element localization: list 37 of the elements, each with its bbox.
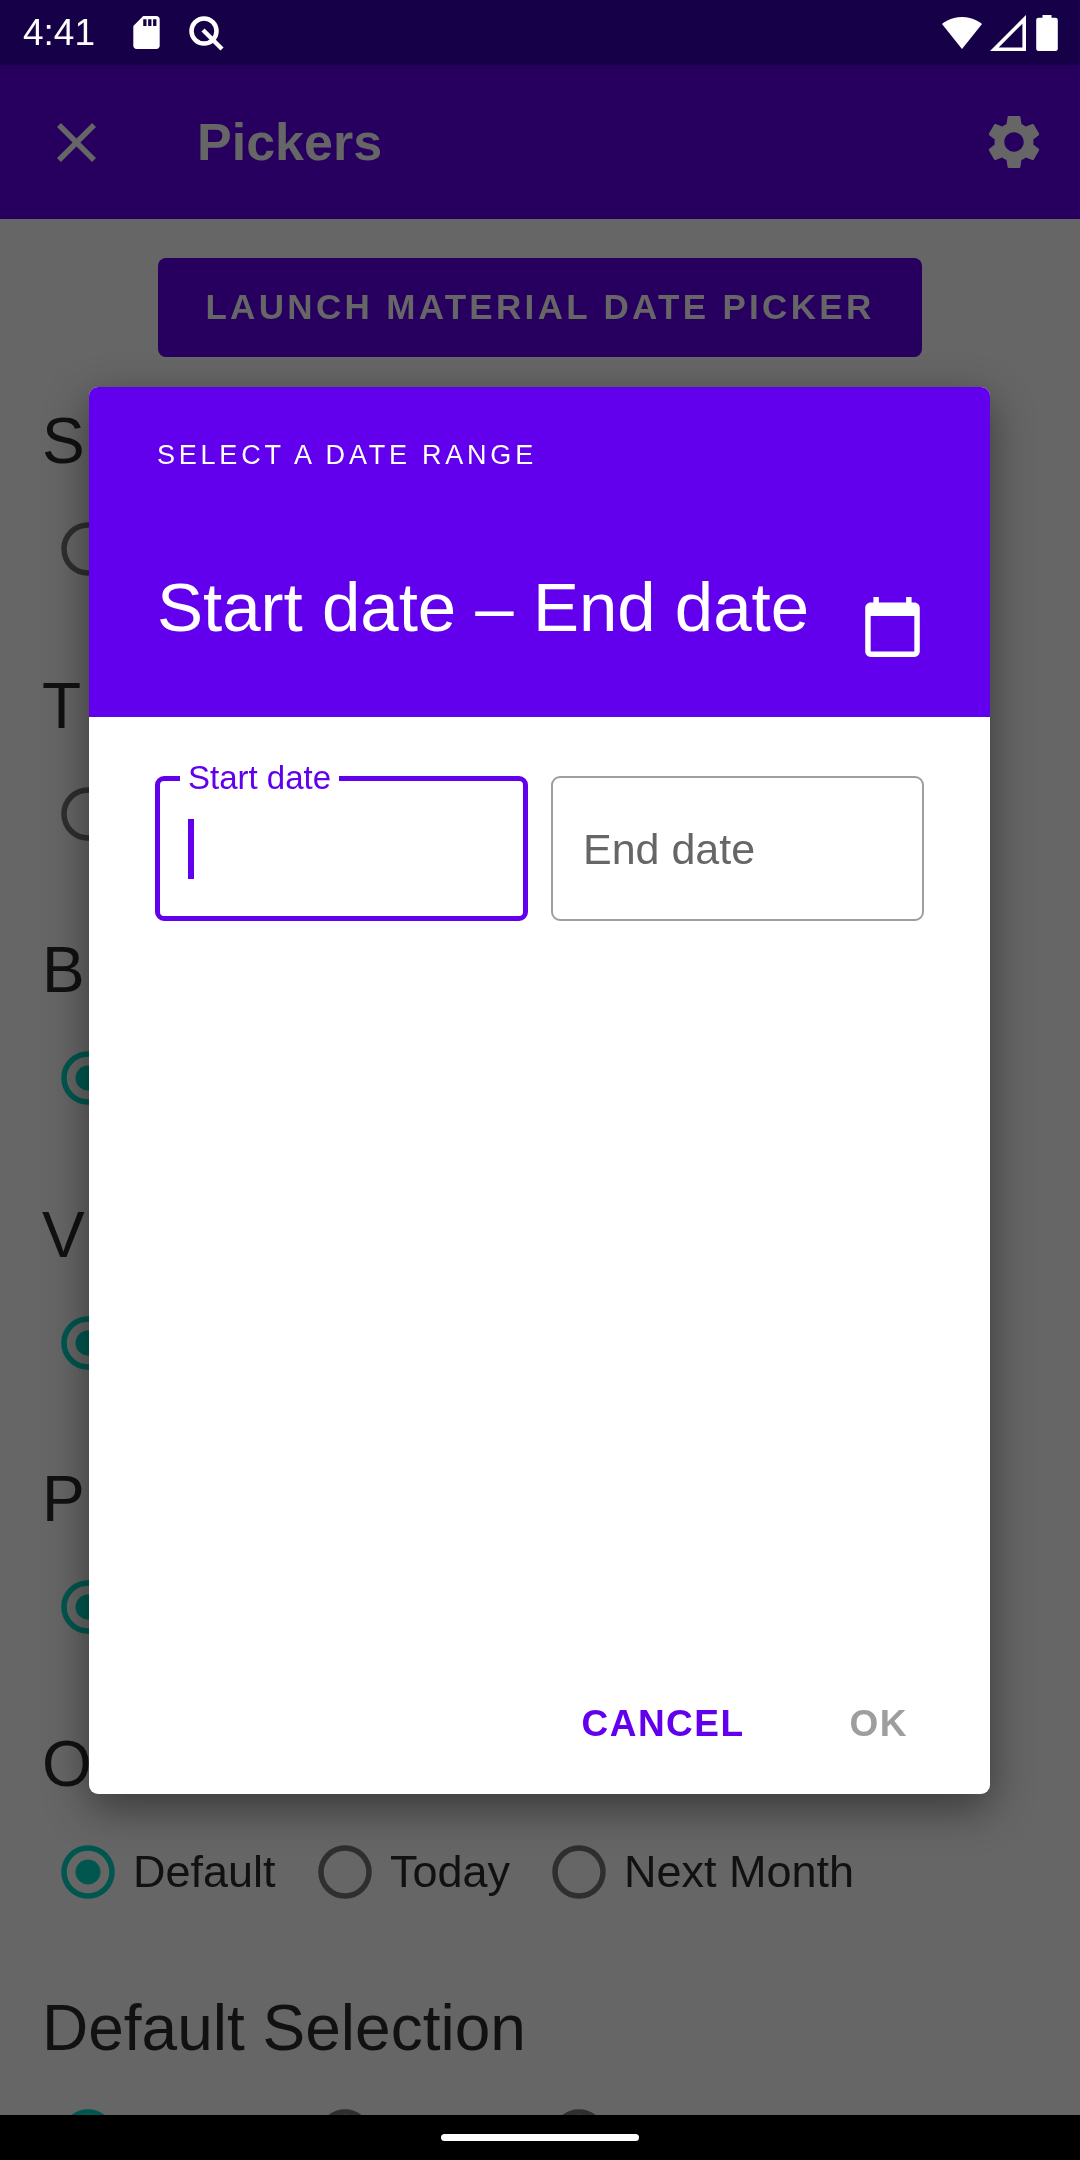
settings-icon (988, 115, 1040, 169)
section-heading: Default Selection (42, 1991, 526, 2065)
signal-icon (990, 14, 1026, 51)
close-button[interactable] (57, 122, 96, 162)
dialog-overline: SELECT A DATE RANGE (157, 439, 537, 471)
app-bar-title: Pickers (197, 112, 383, 172)
radio-button[interactable] (61, 1580, 89, 1634)
radio-button[interactable] (318, 1844, 372, 1899)
radio-label[interactable]: Default (133, 1844, 276, 1899)
radio-button[interactable] (61, 522, 89, 576)
radio-label[interactable]: Next Month (624, 1844, 855, 1899)
calendar-icon[interactable] (865, 597, 920, 657)
section-heading: P (42, 1462, 85, 1536)
dialog-action-button[interactable]: CANCEL (559, 1682, 767, 1766)
section-heading: S (42, 404, 85, 478)
settings-button[interactable] (988, 115, 1040, 169)
text-cursor-icon (188, 818, 194, 879)
section-heading: V (42, 1197, 85, 1272)
section-heading: B (42, 933, 85, 1007)
section-heading: T (42, 668, 82, 743)
radio-button[interactable] (61, 1051, 89, 1105)
sd-card-icon (133, 16, 160, 49)
circle-slash-icon (188, 14, 224, 51)
section-heading: O (42, 1726, 92, 1801)
radio-label[interactable]: Today (390, 1844, 511, 1899)
date-field[interactable]: End date (551, 776, 924, 921)
battery-icon (1036, 14, 1058, 51)
dialog-title: Start date – End date (157, 568, 810, 648)
radio-button[interactable] (61, 1315, 89, 1370)
wifi-icon (942, 16, 982, 49)
launch-button[interactable]: LAUNCH MATERIAL DATE PICKER (158, 258, 922, 357)
radio-button[interactable] (61, 1844, 115, 1899)
clock-time: 4:41 (23, 10, 95, 55)
radio-button[interactable] (552, 1844, 606, 1899)
close-icon (57, 122, 96, 162)
radio-button[interactable] (61, 786, 89, 841)
home-handle[interactable] (441, 2134, 639, 2141)
